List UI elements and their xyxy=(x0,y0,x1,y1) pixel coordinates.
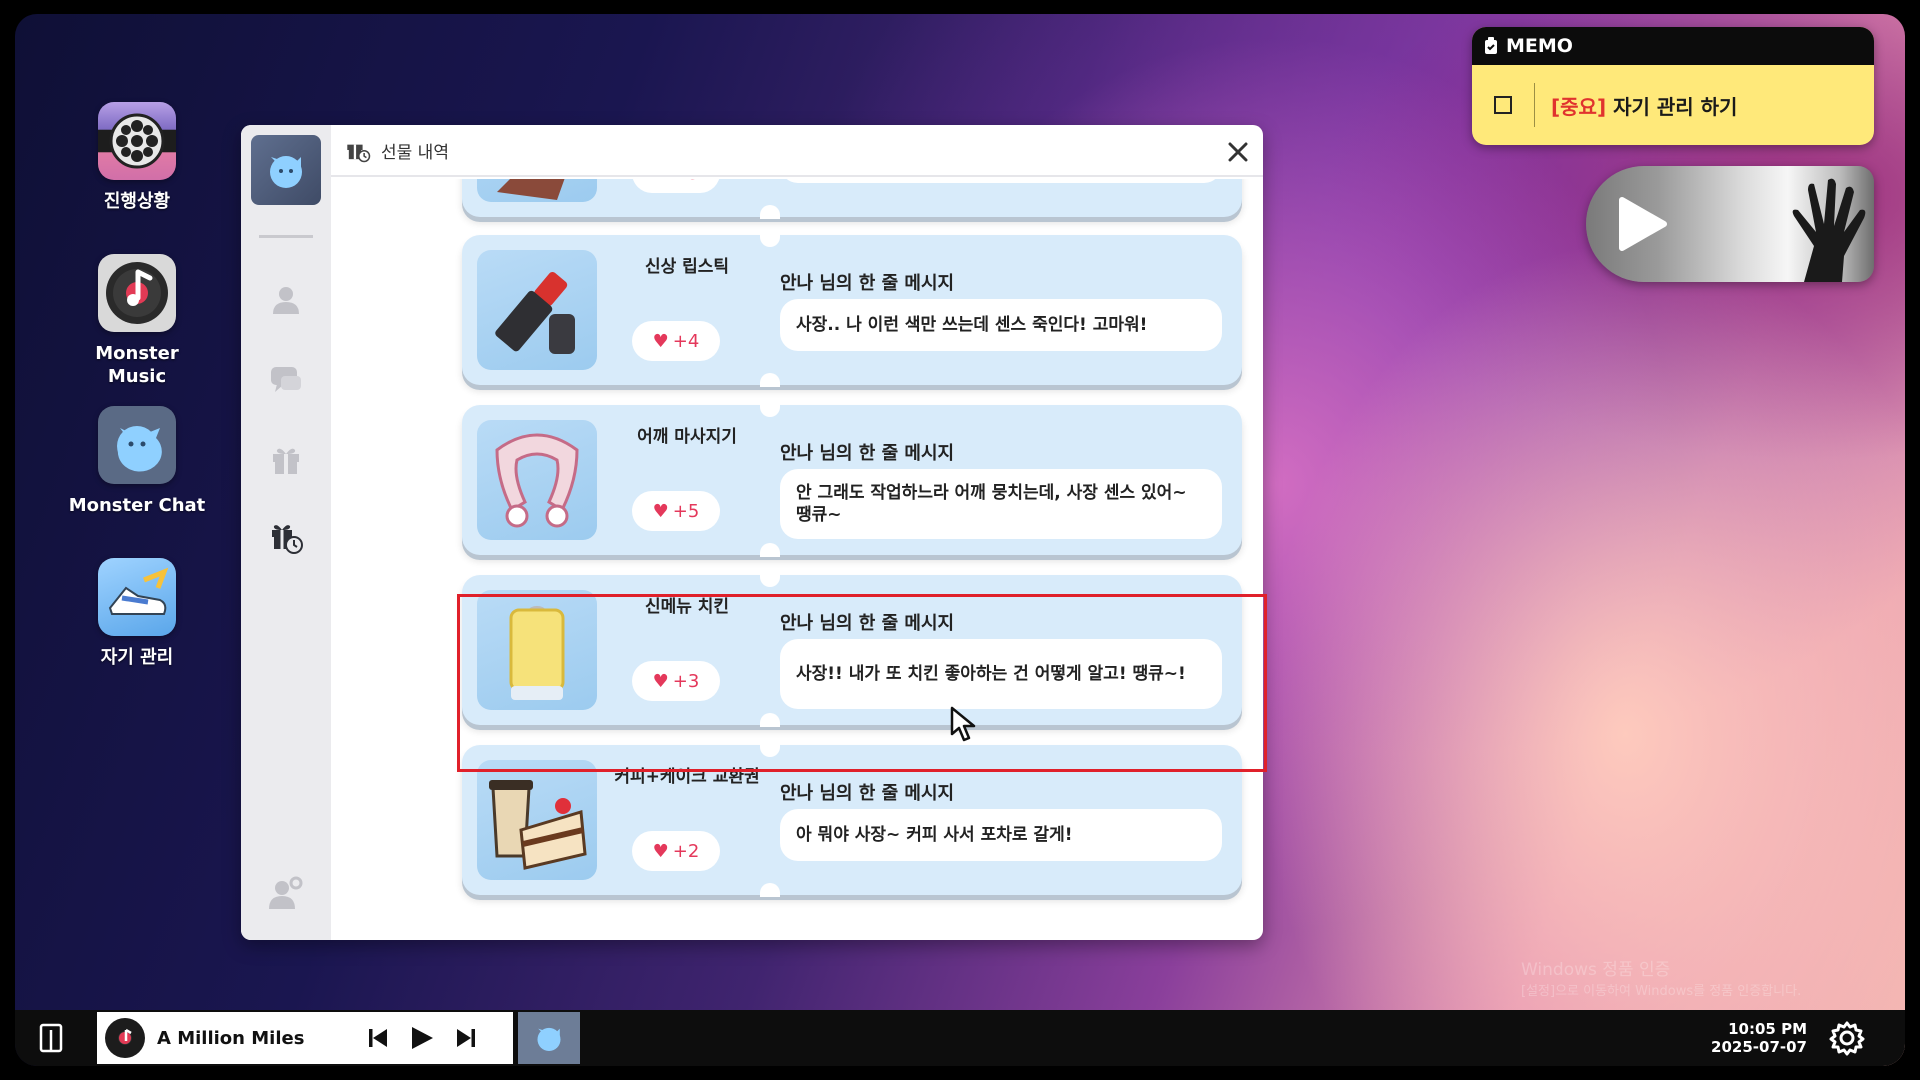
play-icon[interactable] xyxy=(1616,196,1670,252)
memo-widget: MEMO [중요] 자기 관리 하기 xyxy=(1472,27,1874,145)
gift-clock-icon xyxy=(272,525,303,554)
gift-name: 어깨 마사지기 xyxy=(637,427,737,447)
gift-card: 어깨 마사지기 ♥ +5 안나 님의 한 줄 메시지 안 그래도 작업하느라 어… xyxy=(462,403,1242,557)
sidebar-item-profile[interactable] xyxy=(266,280,306,320)
gift-card: ♥ +3 xyxy=(462,179,1242,219)
music-player: A Million Miles xyxy=(97,1012,513,1064)
heart-badge: ♥ +5 xyxy=(632,491,720,531)
film-reel-icon xyxy=(109,113,165,169)
gift-item-icon xyxy=(497,179,565,200)
chat-bubble-icon xyxy=(117,426,162,472)
card-notch xyxy=(760,205,780,219)
gift-thumbnail xyxy=(477,760,597,880)
card-notch xyxy=(760,373,780,387)
gift-thumbnail xyxy=(477,250,597,370)
message-title: 안나 님의 한 줄 메시지 xyxy=(780,443,955,464)
heart-icon: ♥ xyxy=(653,179,669,184)
clock: 10:05 PM 2025-07-07 xyxy=(1711,1020,1807,1056)
desktop-icon-label: 자기 관리 xyxy=(100,647,174,668)
song-title: A Million Miles xyxy=(157,1027,305,1049)
gift-thumbnail xyxy=(477,179,597,202)
taskbar: A Million Miles 10:05 PM 2025-07-07 xyxy=(15,1010,1905,1066)
video-widget[interactable] xyxy=(1586,166,1874,282)
heart-badge: ♥ +3 xyxy=(632,179,720,193)
person-icon xyxy=(273,287,299,314)
message-bubble: 사장.. 나 이런 색만 쓰는데 센스 죽인다! 고마워! xyxy=(780,299,1222,351)
chat-bubble-icon xyxy=(270,156,302,188)
gear-icon xyxy=(1829,1021,1865,1056)
close-icon xyxy=(1228,142,1248,162)
desktop-icon-monster-chat[interactable]: Monster Chat xyxy=(67,406,207,517)
gift-list[interactable]: ♥ +3 신상 립스틱 ♥ +4 xyxy=(331,179,1263,940)
sidebar-divider xyxy=(259,235,313,238)
heart-icon: ♥ xyxy=(652,500,669,522)
sidebar-item-user-settings[interactable] xyxy=(266,873,306,913)
window-titlebar: 선물 내역 xyxy=(331,125,1263,177)
previous-track-icon[interactable] xyxy=(367,1027,389,1049)
window-title: 선물 내역 xyxy=(381,142,449,163)
highlight-box xyxy=(457,594,1267,772)
taskbar-monster-chat[interactable] xyxy=(518,1012,580,1064)
gift-card: 신상 립스틱 ♥ +4 안나 님의 한 줄 메시지 사장.. 나 이런 색만 쓰… xyxy=(462,233,1242,387)
message-bubble: 아 뭐야 사장~ 커피 사서 포차로 갈게! xyxy=(780,809,1222,861)
memo-separator xyxy=(1534,83,1535,127)
door-exit-icon xyxy=(39,1023,63,1053)
chat-bubble-icon xyxy=(537,1027,561,1051)
message-title: 안나 님의 한 줄 메시지 xyxy=(780,783,955,804)
heart-badge: ♥ +2 xyxy=(632,831,720,871)
card-notch xyxy=(760,543,780,557)
card-notch xyxy=(760,883,780,897)
desktop-icon-monster-music[interactable]: Monster Music xyxy=(67,254,207,388)
clock-time: 10:05 PM xyxy=(1728,1020,1807,1038)
next-track-icon[interactable] xyxy=(455,1027,477,1049)
heart-icon: ♥ xyxy=(652,330,669,352)
music-disc-icon xyxy=(106,262,168,324)
memo-tag: [중요] xyxy=(1551,94,1607,119)
sneaker-icon xyxy=(108,567,169,615)
heart-badge: ♥ +4 xyxy=(632,321,720,361)
window-sidebar xyxy=(241,125,331,940)
memo-item: [중요] 자기 관리 하기 xyxy=(1551,91,1737,120)
album-art xyxy=(105,1018,145,1058)
hand-silhouette-icon xyxy=(1792,178,1866,282)
desktop-icon-progress[interactable]: 진행상황 xyxy=(67,102,207,213)
sidebar-item-chat[interactable] xyxy=(266,360,306,400)
memo-header: MEMO xyxy=(1472,27,1874,65)
gift-name: 신상 립스틱 xyxy=(644,257,730,277)
desktop-icon-label: 진행상황 xyxy=(103,191,171,212)
message-bubble: 안 그래도 작업하느라 어깨 뭉치는데, 사장 센스 있어~ 땡큐~ xyxy=(780,469,1222,539)
memo-text: 자기 관리 하기 xyxy=(1613,94,1738,119)
gift-thumbnail xyxy=(477,420,597,540)
music-note-icon xyxy=(119,1028,132,1044)
user-settings-icon xyxy=(269,876,303,909)
clock-date: 2025-07-07 xyxy=(1711,1038,1807,1056)
lipstick-icon xyxy=(495,271,575,354)
desktop-icon-self-care[interactable]: 자기 관리 xyxy=(67,558,207,669)
card-notch xyxy=(760,233,780,247)
card-notch xyxy=(760,573,780,587)
monster-chat-logo xyxy=(251,135,321,205)
memo-checkbox[interactable] xyxy=(1494,96,1512,114)
mouse-cursor-icon xyxy=(950,706,976,742)
heart-icon: ♥ xyxy=(652,840,669,862)
speech-bubbles-icon xyxy=(271,367,301,392)
play-icon[interactable] xyxy=(409,1025,435,1051)
settings-button[interactable] xyxy=(1829,1020,1865,1060)
message-title: 안나 님의 한 줄 메시지 xyxy=(780,273,955,294)
close-button[interactable] xyxy=(1225,139,1251,165)
card-notch xyxy=(760,403,780,417)
coffee-cake-icon xyxy=(489,780,587,870)
gift-clock-icon xyxy=(347,144,371,163)
desktop-icon-label: Monster Chat xyxy=(68,495,206,516)
gift-box-icon xyxy=(273,448,299,474)
sidebar-item-gift-history[interactable] xyxy=(266,517,306,557)
neck-massager-icon xyxy=(495,433,579,528)
clipboard-icon xyxy=(1485,37,1497,54)
desktop-icon-label: Monster Music xyxy=(95,343,179,387)
message-bubble xyxy=(780,179,1222,183)
exit-button[interactable] xyxy=(37,1022,67,1058)
gift-history-window: 선물 내역 ♥ +3 xyxy=(241,125,1263,940)
activation-watermark: Windows 정품 인증 [설정]으로 이동하여 Windows를 정품 인증… xyxy=(1521,960,1802,999)
sidebar-item-gift[interactable] xyxy=(266,440,306,480)
